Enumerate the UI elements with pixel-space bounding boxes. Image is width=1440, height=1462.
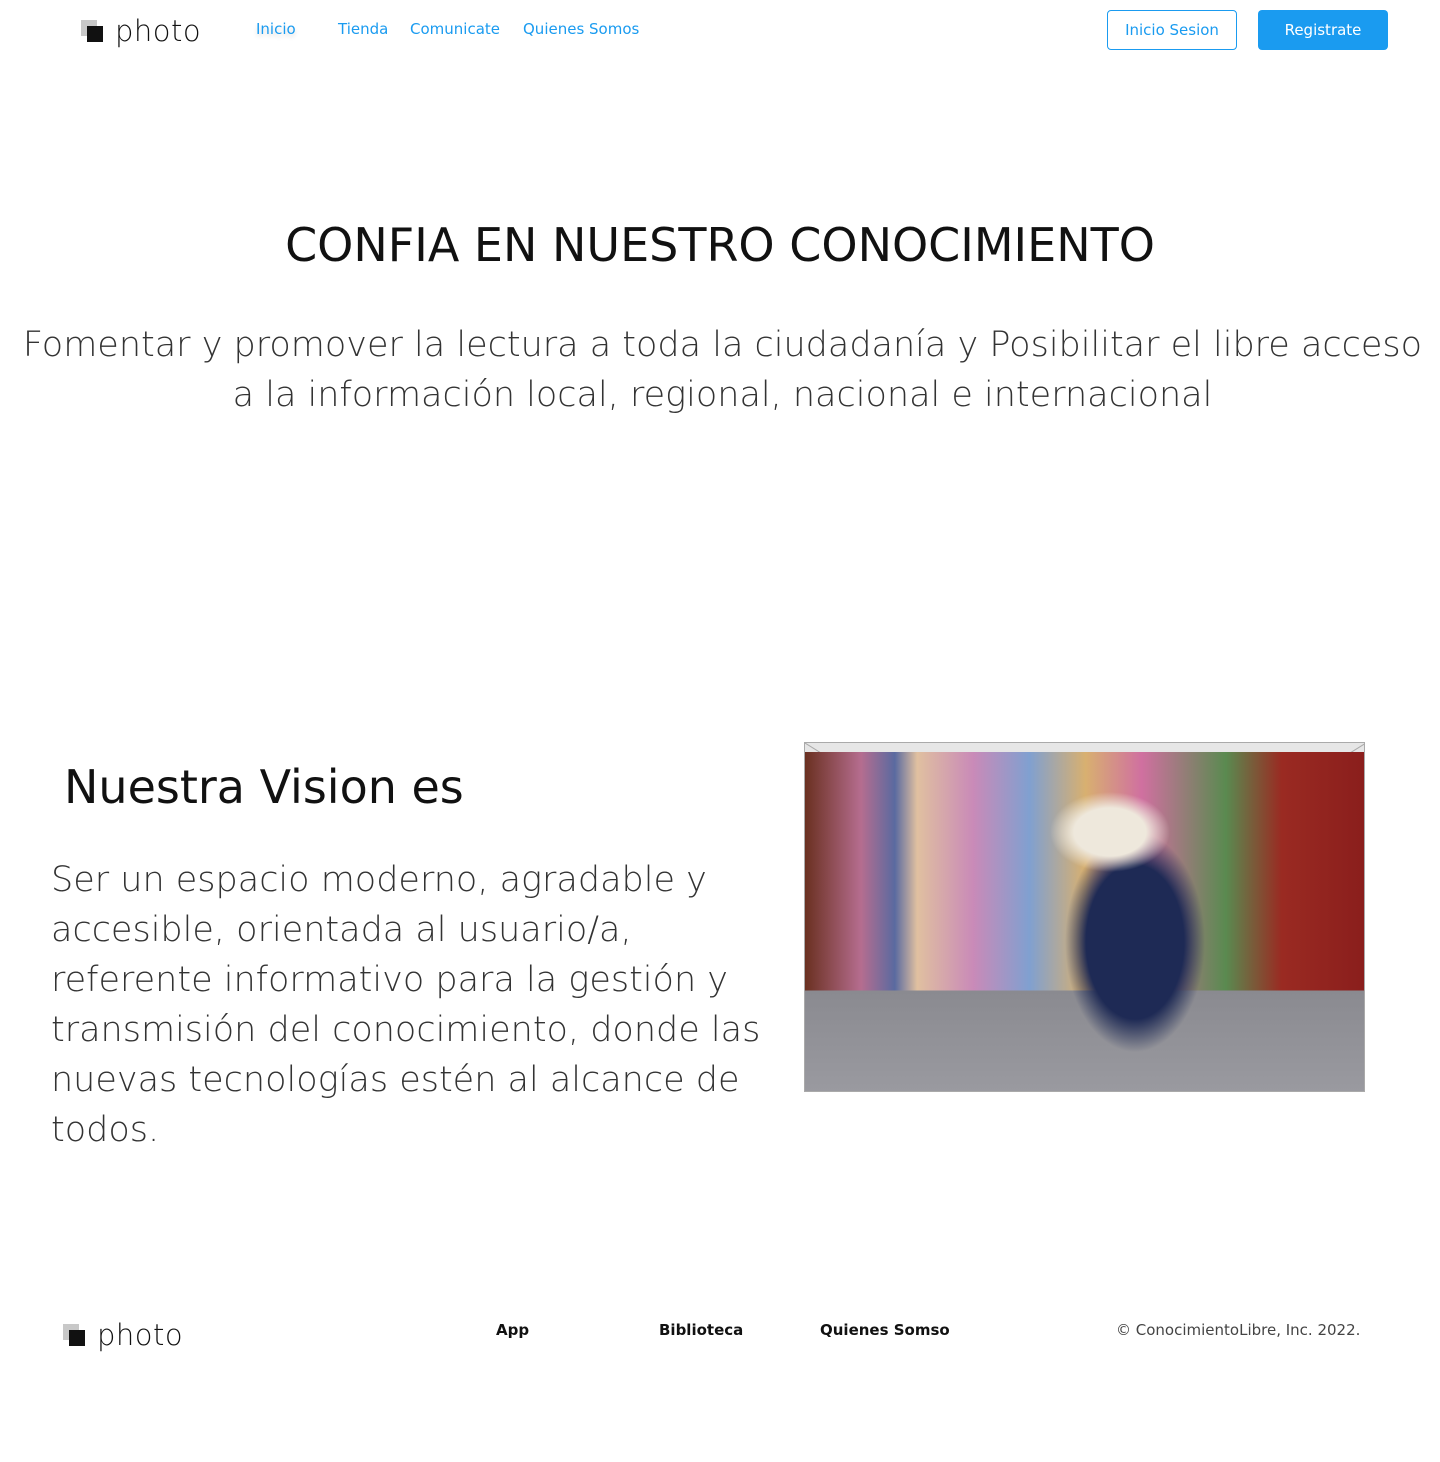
vision-image	[804, 742, 1365, 1092]
login-button[interactable]: Inicio Sesion	[1107, 10, 1237, 50]
vision-text: Ser un espacio moderno, agradable y acce…	[51, 860, 761, 1150]
child-reading-photo	[805, 752, 1364, 1091]
hero-title: CONFIA EN NUESTRO CONOCIMIENTO	[285, 218, 1155, 272]
nav-tienda[interactable]: Tienda	[338, 20, 388, 38]
logo-icon	[63, 1324, 85, 1346]
footer-link-quienes-somos[interactable]: Quienes Somso	[820, 1321, 950, 1339]
footer-link-biblioteca[interactable]: Biblioteca	[659, 1321, 743, 1339]
nav-comunicate[interactable]: Comunicate	[410, 20, 500, 38]
register-button[interactable]: Registrate	[1258, 10, 1388, 50]
vision-title: Nuestra Vision es	[64, 760, 464, 814]
hero-subtitle: Fomentar y promover la lectura a toda la…	[22, 325, 1423, 415]
logo-icon	[81, 20, 103, 42]
footer-link-app[interactable]: App	[496, 1321, 529, 1339]
nav-quienes-somos[interactable]: Quienes Somos	[523, 20, 639, 38]
nav-inicio[interactable]: Inicio	[256, 20, 296, 38]
logo-text: photo	[115, 14, 202, 48]
footer-logo[interactable]: photo	[63, 1318, 183, 1352]
logo[interactable]: photo	[81, 14, 201, 48]
copyright: © ConocimientoLibre, Inc. 2022.	[1116, 1321, 1361, 1339]
footer-logo-text: photo	[97, 1318, 184, 1352]
